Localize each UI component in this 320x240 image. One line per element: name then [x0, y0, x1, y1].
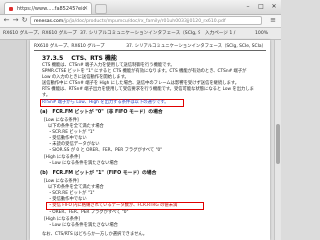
pdf-page: RX610 グループ、RX610 グループ 37. シリアルコミュニケーションイ… [30, 40, 270, 240]
condition-line: ・受信動作中でない [48, 136, 87, 141]
para-line: CTS 機能は、CTSn# 端子入力を使用して送信制御を行う機能です。 [42, 63, 175, 68]
url-input[interactable]: renesas.com/jp/ja/doc/products/mpumcu/do… [30, 16, 262, 25]
highlight-text-fifo-condition: ・受信 FIFO 内に格納されているデータ数が、FCR.RTRG の値未満 [48, 203, 178, 208]
vertical-scrollbar[interactable] [274, 40, 281, 240]
para-line: 送信動作中に CTSn# 端子を High にした場合、送信中のフレームは影響を… [42, 81, 240, 86]
condition-line: ・ORER、FER、PER フラグがすべて "0" [48, 210, 129, 215]
highlight-text-rts-conditions: RTSn# 端子から Low、High を出力する条件は以下の通りです。 [42, 100, 169, 105]
high-condition-title-b: [High になる条件] [44, 217, 81, 222]
low-condition-title-b: [Low になる条件] [44, 179, 79, 184]
close-tab-icon[interactable]: ✕ [83, 3, 88, 14]
condition-line: ・Low になる条件を満たさない場合 [48, 161, 118, 166]
maximize-icon[interactable]: □ [255, 2, 267, 11]
condition-line: 以下の条件を全て満たす場合 [48, 185, 104, 190]
pdf-toolbar-center-text: 37. シリアルコミュニケーションインタフェース（SCIg, SCIe, SCI… [80, 31, 200, 36]
pdf-toolbar-left-text: RX610 グループ、RX610 グループ [3, 31, 77, 36]
para-line: RTS 機能は、RTSn# 端子出力を使用して受信要求を行う機能です。受信可能な… [42, 87, 254, 92]
zoom-level[interactable]: 100% [255, 28, 268, 39]
condition-line: ・SCR.RE ビットが "1" [48, 191, 95, 196]
subsection-a-title: (a) FCR.FM ビットが "0"（非 FIFO モード）の場合 [40, 110, 163, 115]
condition-line: ・SCR.RE ビットが "1" [48, 130, 95, 135]
pdf-toolbar: RX610 グループ、RX610 グループ 37. シリアルコミュニケーションイ… [0, 28, 281, 40]
pdf-thumbnail-sidebar[interactable] [0, 40, 27, 240]
new-tab-button[interactable] [95, 4, 107, 14]
minimize-icon[interactable]: – [242, 2, 254, 11]
close-window-icon[interactable]: ✕ [268, 2, 280, 11]
pdf-favicon-icon [9, 7, 13, 11]
tab-title: https://www.....fa85245?eic [17, 6, 86, 12]
back-icon[interactable]: ← [2, 16, 11, 25]
para-line: Low の入力のときに送信動作を開始します。 [42, 75, 129, 80]
forward-icon[interactable]: → [11, 16, 20, 25]
scrollbar-thumb[interactable] [276, 124, 280, 164]
section-number: 37.3.5 [42, 55, 64, 62]
condition-line: ・SIOR.SS が 0 と ORER、FER、PER フラグがすべて "0" [48, 148, 163, 153]
page-header-right: 37. シリアルコミュニケーションインタフェース（SCIg, SCIe, SCI… [126, 44, 266, 49]
condition-line: ・未読の受信データがない [48, 142, 100, 147]
low-condition-title: [Low になる条件] [44, 118, 79, 123]
reload-icon[interactable]: ↻ [20, 16, 29, 25]
footer-note: なお、CTS/RTS はどちらか一方しか選択できません。 [42, 232, 147, 237]
subsection-b-title: (b) FCR.FM ビットが "1"（FIFO モード）の場合 [40, 171, 157, 176]
condition-line: 以下の条件を全て満たす場合 [48, 124, 104, 129]
browser-menu-icon[interactable]: ≡ [268, 16, 278, 25]
page-header: RX610 グループ、RX610 グループ 37. シリアルコミュニケーションイ… [34, 43, 266, 51]
browser-tab[interactable]: https://www.....fa85245?eic ✕ [4, 2, 92, 14]
browser-titlebar: https://www.....fa85245?eic ✕ – □ ✕ [0, 0, 281, 15]
page-number-field[interactable]: 入力ページ 1 / [205, 28, 235, 39]
page-header-left: RX610 グループ、RX610 グループ [34, 44, 105, 49]
condition-line: ・Low になる条件を満たさない場合 [48, 223, 118, 228]
para-line: SPMR.CTSE ビットを "1" にすると CTS 機能が有効になります。C… [42, 69, 247, 74]
section-title: CTS、RTS 機能 [71, 55, 117, 62]
address-bar: ← → ↻ renesas.com/jp/ja/doc/products/mpu… [0, 15, 281, 28]
para-line: す。 [42, 93, 51, 98]
high-condition-title: [High になる条件] [44, 155, 81, 160]
section-heading: 37.3.5 CTS、RTS 機能 [42, 53, 117, 62]
